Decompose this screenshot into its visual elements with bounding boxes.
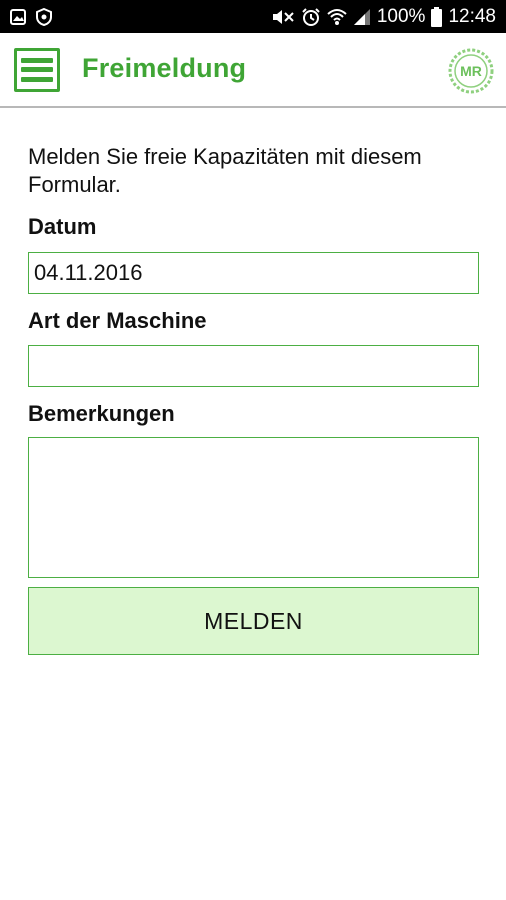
page-title: Freimeldung: [82, 53, 247, 83]
maschine-label: Art der Maschine: [28, 308, 207, 333]
maschine-input[interactable]: [28, 345, 479, 387]
bemerkungen-textarea[interactable]: [28, 437, 479, 578]
signal-icon: [353, 8, 371, 26]
mute-icon: [271, 8, 295, 26]
logo-text: MR: [460, 63, 482, 79]
form-intro: Melden Sie freie Kapazitäten mit diesem …: [28, 144, 422, 197]
app-bar-divider: [0, 106, 506, 108]
alarm-icon: [301, 7, 321, 27]
gallery-icon: [10, 9, 26, 25]
melden-button[interactable]: MELDEN: [28, 587, 479, 655]
hamburger-icon-line: [21, 58, 53, 64]
hamburger-icon-line: [21, 76, 53, 82]
battery-icon: [431, 6, 443, 27]
menu-button[interactable]: [14, 48, 60, 92]
mr-logo: MR: [448, 48, 494, 94]
battery-percent: 100%: [376, 5, 426, 27]
bemerkungen-label: Bemerkungen: [28, 401, 175, 426]
status-bar-left: [10, 8, 52, 26]
app-bar: Freimeldung MR: [0, 33, 506, 107]
shield-icon: [36, 8, 52, 26]
datum-input[interactable]: [28, 252, 479, 294]
hamburger-icon-line: [21, 67, 53, 73]
datum-label: Datum: [28, 214, 97, 239]
status-bar: 100% 12:48: [0, 0, 506, 33]
wifi-icon: [327, 8, 347, 26]
clock: 12:48: [448, 5, 496, 27]
status-bar-right: 100% 12:48: [271, 0, 496, 33]
